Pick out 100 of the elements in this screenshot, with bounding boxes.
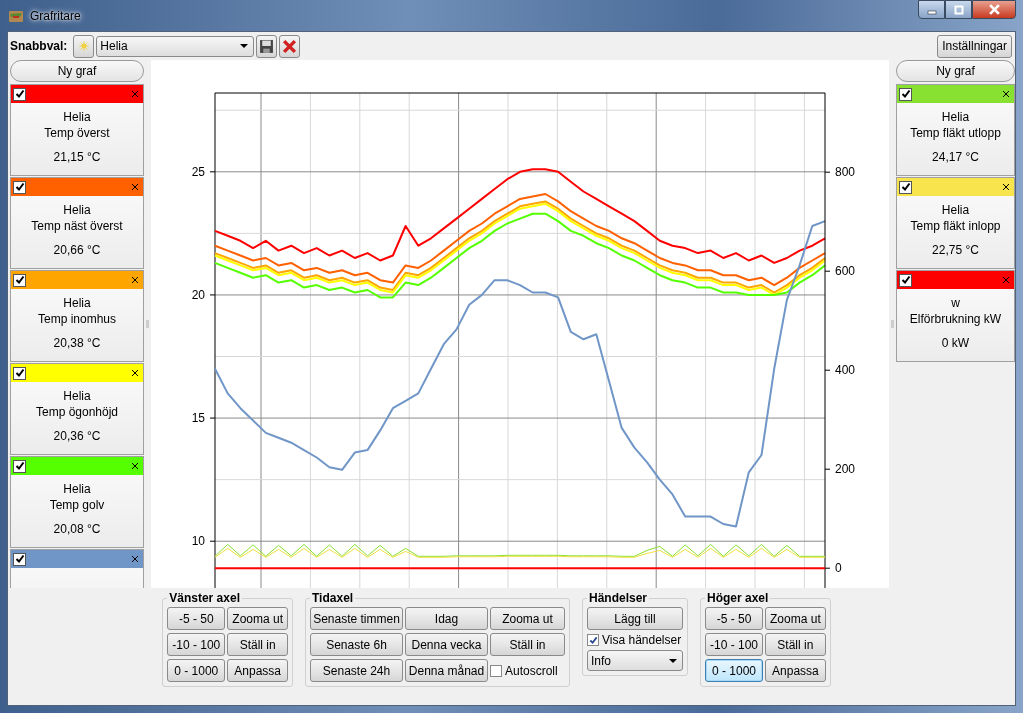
time-button[interactable]: Denna månad: [405, 659, 488, 682]
series-card[interactable]: Helia Temp inomhus 20,38 °C: [10, 270, 144, 362]
series-source: w: [951, 295, 960, 311]
sparkle-icon: [78, 41, 89, 51]
series-source: Helia: [941, 109, 970, 125]
series-value: 20,36 °C: [53, 429, 101, 443]
new-graph-button[interactable]: Ny graf: [10, 60, 144, 82]
series-card[interactable]: Helia Temp överst 21,15 °C: [10, 84, 144, 176]
delete-icon: [282, 38, 298, 54]
group-title: Händelser: [588, 591, 649, 605]
time-button[interactable]: Idag: [405, 607, 488, 630]
time-button[interactable]: Senaste 6h: [310, 633, 403, 656]
checkbox[interactable]: [899, 87, 912, 101]
caret-icon: [669, 658, 677, 663]
quick-select-label: Snabbval:: [10, 39, 68, 53]
remove-icon[interactable]: [1003, 184, 1009, 190]
save-button[interactable]: [256, 34, 278, 58]
remove-icon[interactable]: [132, 370, 138, 376]
series-name: Temp överst: [44, 125, 110, 141]
maximize-button[interactable]: [945, 0, 972, 19]
checkbox[interactable]: [13, 366, 26, 380]
group-title: Höger axel: [706, 591, 770, 605]
series-value: 21,15 °C: [53, 150, 101, 164]
time-button[interactable]: Ställ in: [490, 633, 565, 656]
series-name: Temp näst överst: [31, 218, 123, 234]
axis-button[interactable]: Ställ in: [765, 633, 826, 656]
preset-dropdown[interactable]: Helia: [96, 35, 255, 57]
axis-label: 25: [191, 164, 205, 179]
axis-button[interactable]: -10 - 100: [705, 633, 764, 656]
series-value: 24,17 °C: [932, 150, 979, 164]
checkbox[interactable]: [13, 552, 26, 566]
maximize-icon: [953, 4, 964, 15]
axis-button[interactable]: Zooma ut: [227, 607, 288, 630]
series-name: Temp golv: [49, 497, 105, 513]
axis-button[interactable]: Zooma ut: [765, 607, 826, 630]
series-card[interactable]: Helia Temp ögonhöjd 20,36 °C: [10, 363, 144, 455]
checkbox-label: Autoscroll: [505, 663, 558, 678]
checkbox[interactable]: [13, 87, 26, 101]
new-preset-button[interactable]: [73, 34, 95, 58]
remove-icon[interactable]: [132, 184, 138, 190]
window-title: Grafritare: [30, 8, 81, 23]
checkbox[interactable]: [490, 664, 502, 677]
series-source: Helia: [941, 202, 970, 218]
checkbox[interactable]: [899, 273, 912, 287]
series-card[interactable]: Helia Temp fläkt utlopp 24,17 °C: [896, 84, 1015, 176]
new-graph-button[interactable]: Ny graf: [896, 60, 1015, 82]
time-button[interactable]: Senaste timmen: [310, 607, 403, 630]
series-name: Temp ögonhöjd: [35, 404, 119, 420]
add-event-button[interactable]: Lägg till: [587, 607, 683, 630]
splitter-grip-icon[interactable]: [891, 320, 894, 328]
axis-button[interactable]: -5 - 50: [167, 607, 226, 630]
series-card[interactable]: Helia Temp näst överst 20,66 °C: [10, 177, 144, 269]
checkbox[interactable]: [13, 273, 26, 287]
close-icon: [988, 4, 1000, 15]
group-title: Tidaxel: [311, 591, 355, 605]
checkbox[interactable]: [13, 180, 26, 194]
series-source: Helia: [63, 388, 91, 404]
series-name: Temp inomhus: [37, 311, 116, 327]
series-value: 20,08 °C: [53, 522, 101, 536]
close-button[interactable]: [972, 0, 1016, 19]
time-button[interactable]: Denna vecka: [405, 633, 488, 656]
series-value: 22,75 °C: [932, 243, 979, 257]
series-name: Temp fläkt inlopp: [910, 218, 1001, 234]
series-source: Helia: [63, 295, 91, 311]
settings-button[interactable]: Inställningar: [937, 34, 1012, 58]
axis-button[interactable]: 0 - 1000: [167, 659, 226, 682]
axis-label: 800: [835, 165, 856, 180]
remove-icon[interactable]: [132, 277, 138, 283]
series-card[interactable]: Helia Temp fläkt inlopp 22,75 °C: [896, 177, 1015, 269]
delete-button[interactable]: [279, 34, 301, 58]
axis-button[interactable]: 0 - 1000: [705, 659, 764, 682]
remove-icon[interactable]: [1003, 91, 1009, 97]
series-card[interactable]: Helia Temp golv 20,08 °C: [10, 456, 144, 548]
checkbox-label: Visa händelser: [602, 633, 682, 647]
checkbox[interactable]: [13, 459, 26, 473]
time-button[interactable]: Zooma ut: [490, 607, 565, 630]
time-button[interactable]: Senaste 24h: [310, 659, 403, 682]
remove-icon[interactable]: [132, 463, 138, 469]
minimize-button[interactable]: [918, 0, 945, 19]
series-value: 20,66 °C: [53, 243, 101, 257]
series-source: Helia: [63, 481, 91, 497]
axis-label: 0: [835, 561, 842, 576]
axis-label: 600: [835, 264, 856, 279]
remove-icon[interactable]: [132, 556, 138, 562]
event-filter-dropdown[interactable]: Info: [587, 650, 683, 671]
axis-button[interactable]: Anpassa: [227, 659, 288, 682]
axis-button[interactable]: Anpassa: [765, 659, 826, 682]
series-value: 0 kW: [941, 336, 970, 350]
series-source: Helia: [63, 109, 91, 125]
series-name: Temp fläkt utlopp: [910, 125, 1001, 141]
checkbox[interactable]: [587, 634, 599, 646]
series-card[interactable]: w Elförbrukning kW 0 kW: [896, 270, 1015, 362]
axis-label: 400: [835, 363, 856, 378]
splitter-grip-icon[interactable]: [146, 320, 149, 328]
axis-button[interactable]: Ställ in: [227, 633, 288, 656]
checkbox[interactable]: [899, 180, 912, 194]
axis-label: 10: [191, 534, 205, 549]
axis-button[interactable]: -5 - 50: [705, 607, 764, 630]
axis-button[interactable]: -10 - 100: [167, 633, 226, 656]
caret-icon: [240, 44, 249, 48]
